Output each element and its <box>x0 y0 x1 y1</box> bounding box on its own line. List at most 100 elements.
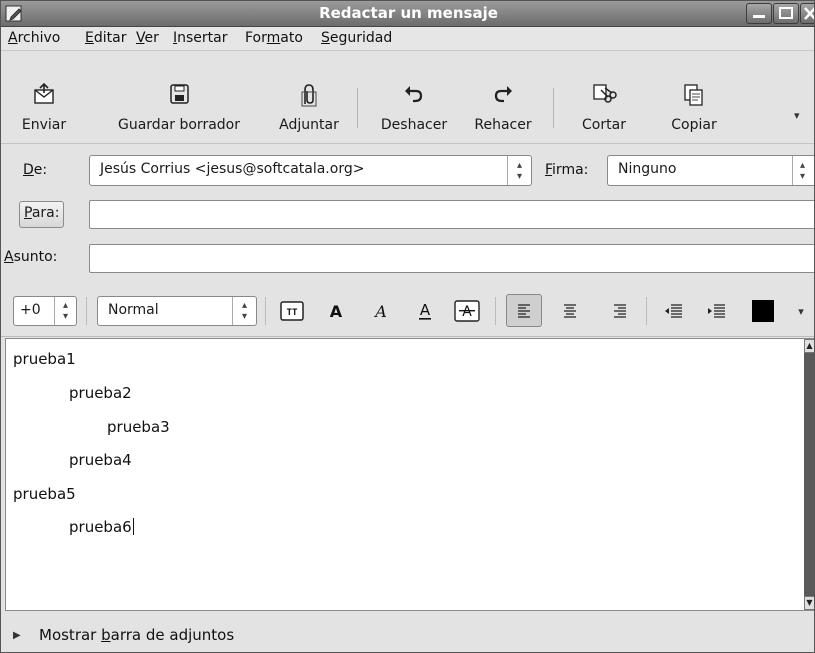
redo-button[interactable]: Rehacer <box>461 52 545 144</box>
redo-label: Rehacer <box>474 117 532 133</box>
menu-editar[interactable]: Editar <box>85 30 126 46</box>
attachments-bar[interactable]: ▶ Mostrar barra de adjuntos <box>1 613 814 652</box>
undo-button[interactable]: Deshacer <box>367 52 461 144</box>
floppy-disk-icon <box>170 84 189 104</box>
format-separator <box>646 297 647 325</box>
redo-icon <box>494 86 512 103</box>
copy-label: Copiar <box>671 117 717 133</box>
body-line: prueba2 <box>69 384 132 402</box>
from-select[interactable]: Jesús Corrius <jesus@softcatala.org> ▴ ▾ <box>89 155 532 186</box>
paragraph-style-select[interactable]: Normal ▴ ▾ <box>97 296 257 326</box>
save-draft-label: Guardar borrador <box>118 117 240 133</box>
underline-icon: A <box>419 301 431 320</box>
format-overflow-icon[interactable]: ▾ <box>791 298 811 324</box>
copy-icon <box>684 84 703 106</box>
body-line: prueba4 <box>69 451 132 469</box>
align-right-icon <box>614 304 626 318</box>
from-spinner-icon: ▴ ▾ <box>507 156 531 185</box>
indent-button[interactable] <box>703 298 729 324</box>
send-envelope-icon <box>34 82 54 104</box>
bold-icon: A <box>330 302 343 321</box>
text-color-icon <box>752 300 774 322</box>
menu-insertar[interactable]: Insertar <box>173 30 228 46</box>
paperclip-icon <box>301 84 317 107</box>
subject-input[interactable] <box>89 244 814 273</box>
show-attachments-label[interactable]: Mostrar barra de adjuntos <box>39 626 234 644</box>
signature-label: Firma: <box>545 162 589 178</box>
toolbar-separator <box>357 88 358 128</box>
scroll-down-icon[interactable]: ▼ <box>804 596 814 610</box>
outdent-button[interactable] <box>660 298 686 324</box>
font-teletype-icon: TT <box>280 301 304 321</box>
subject-label: Asunto: <box>4 249 58 265</box>
teletype-button[interactable]: TT <box>278 298 306 324</box>
svg-text:A: A <box>420 301 431 319</box>
strikethrough-icon: A <box>454 300 480 322</box>
cut-label: Cortar <box>582 117 626 133</box>
format-separator <box>495 297 496 325</box>
send-label: Enviar <box>21 117 67 133</box>
font-size-spinner-icon: ▴ ▾ <box>54 297 76 325</box>
menu-formato[interactable]: Formato <box>245 30 303 46</box>
align-center-button[interactable] <box>558 298 582 324</box>
scroll-up-icon[interactable]: ▲ <box>804 339 814 353</box>
menu-bar: Archivo Editar Ver Insertar Formato Segu… <box>1 27 814 51</box>
signature-value: Ninguno <box>618 161 677 177</box>
minimize-icon <box>753 15 765 18</box>
align-left-button[interactable] <box>506 294 542 327</box>
svg-text:A: A <box>373 302 387 321</box>
svg-text:A: A <box>462 304 472 320</box>
from-label: De: <box>23 162 48 178</box>
save-draft-button[interactable]: Guardar borrador <box>89 52 269 144</box>
align-left-icon <box>518 303 530 318</box>
menu-archivo[interactable]: Archivo <box>8 30 60 46</box>
italic-icon: A <box>373 302 387 321</box>
bold-button[interactable]: A <box>324 298 348 324</box>
svg-text:A: A <box>330 302 343 321</box>
compose-window: Redactar un mensaje Archivo Editar Ver I… <box>0 0 815 653</box>
toolbar-overflow-icon[interactable]: ▾ <box>794 109 800 122</box>
svg-text:TT: TT <box>287 308 298 318</box>
message-body-editor[interactable]: prueba1 prueba2 prueba3 prueba4 prueba5 … <box>5 338 814 611</box>
signature-spinner-icon: ▴ ▾ <box>792 156 812 185</box>
text-color-button[interactable] <box>751 298 775 324</box>
title-bar[interactable]: Redactar un mensaje <box>1 1 814 27</box>
maximize-icon <box>779 7 793 19</box>
attach-label: Adjuntar <box>279 117 339 133</box>
outdent-icon <box>665 304 682 318</box>
align-right-button[interactable] <box>608 298 632 324</box>
attach-button[interactable]: Adjuntar <box>267 52 351 144</box>
undo-icon <box>405 86 423 103</box>
scissors-icon <box>593 84 617 103</box>
minimize-button[interactable] <box>746 3 772 24</box>
paragraph-style-spinner-icon: ▴ ▾ <box>232 297 256 325</box>
menu-ver[interactable]: Ver <box>136 30 159 46</box>
close-button[interactable] <box>800 3 814 24</box>
italic-button[interactable]: A <box>369 298 393 324</box>
maximize-button[interactable] <box>773 3 799 24</box>
strikethrough-button[interactable]: A <box>453 298 481 324</box>
text-caret <box>132 518 134 535</box>
undo-label: Deshacer <box>380 117 448 133</box>
font-size-select[interactable]: +0 ▴ ▾ <box>13 296 77 326</box>
underline-button[interactable]: A <box>413 298 437 324</box>
menu-seguridad[interactable]: Seguridad <box>321 30 392 46</box>
from-value: Jesús Corrius <jesus@softcatala.org> <box>100 161 365 177</box>
cut-button[interactable]: Cortar <box>563 52 645 144</box>
copy-button[interactable]: Copiar <box>653 52 735 144</box>
format-separator <box>265 297 266 325</box>
body-line: prueba3 <box>107 418 170 436</box>
expand-triangle-icon[interactable]: ▶ <box>13 630 21 641</box>
align-center-icon <box>564 304 576 318</box>
main-toolbar: Enviar Guardar borrador Adjuntar Deshace… <box>1 52 814 144</box>
signature-select[interactable]: Ninguno ▴ ▾ <box>607 155 814 186</box>
send-button[interactable]: Enviar <box>7 52 81 144</box>
editor-scrollbar[interactable]: ▲ ▼ <box>804 339 814 610</box>
font-size-value: +0 <box>20 302 41 318</box>
indent-icon <box>708 304 725 318</box>
body-line: prueba5 <box>13 485 76 503</box>
to-input[interactable] <box>89 200 814 229</box>
body-line-current: prueba6 <box>69 518 134 536</box>
toolbar-separator <box>553 88 554 128</box>
to-button[interactable]: Para: <box>19 201 65 228</box>
